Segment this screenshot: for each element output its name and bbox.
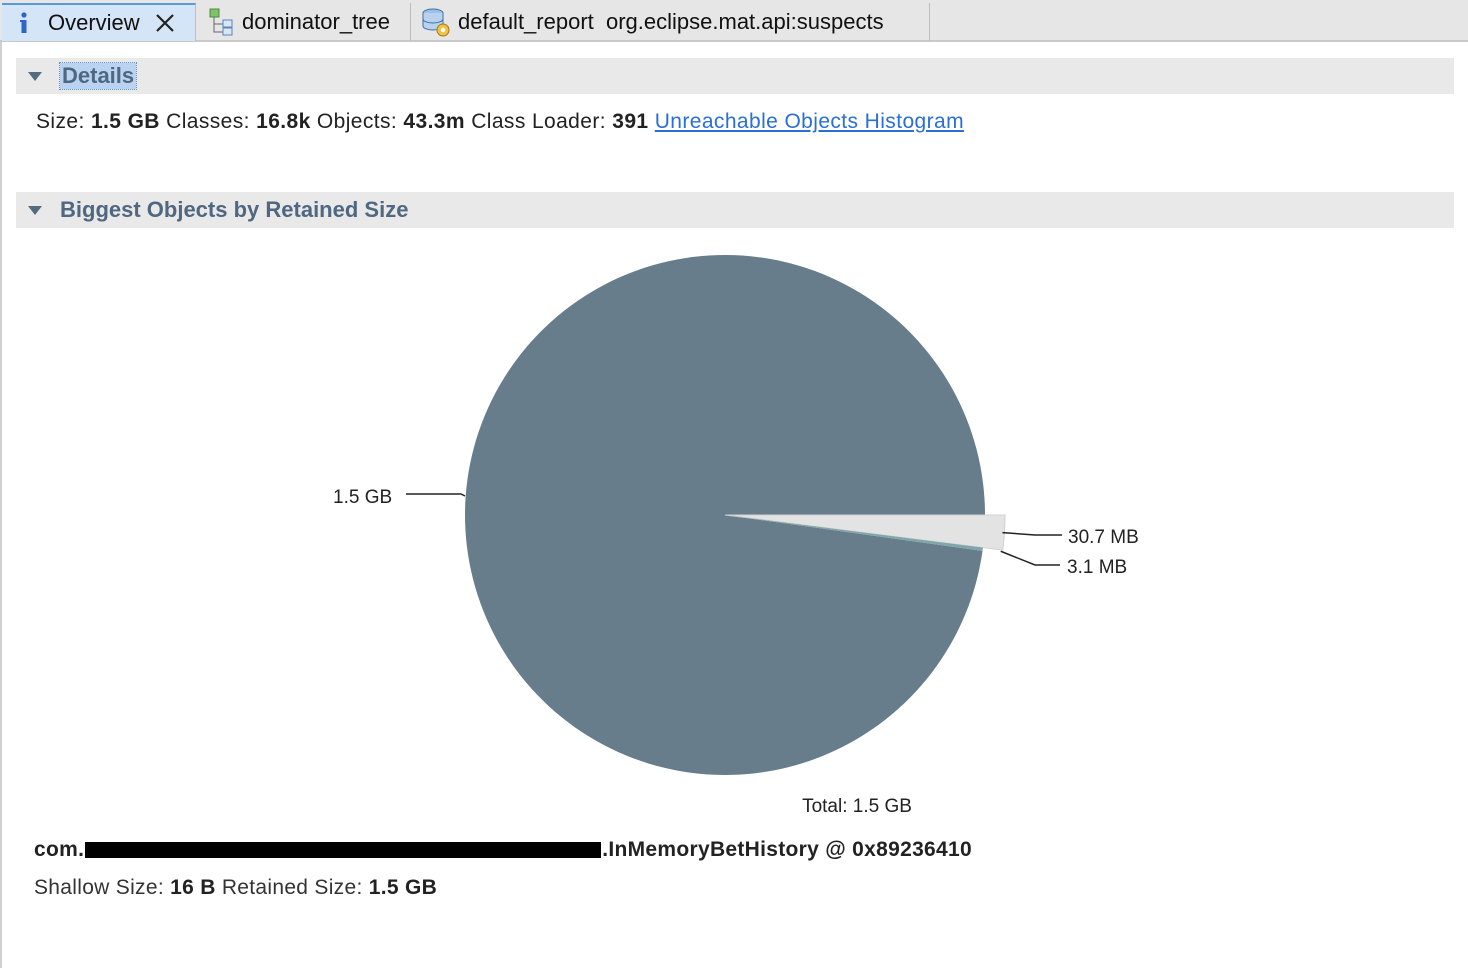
tab-label: default_report org.eclipse.mat.api:suspe…	[458, 9, 884, 34]
classes-label: Classes:	[166, 110, 250, 133]
redaction-bar	[85, 842, 602, 858]
retained-size-value: 1.5 GB	[368, 876, 438, 899]
details-section-header[interactable]: Details	[16, 58, 1454, 94]
slice-label: 3.1 MB	[1067, 557, 1127, 578]
shallow-size-value: 16 B	[170, 876, 216, 899]
biggest-objects-title: Biggest Objects by Retained Size	[60, 197, 409, 222]
details-summary: Size: 1.5 GB Classes: 16.8k Objects: 43.…	[36, 110, 964, 134]
unreachable-histogram-link[interactable]: Unreachable Objects Histogram	[655, 110, 964, 133]
tab-dominator-tree[interactable]: dominator_tree	[198, 3, 411, 41]
info-icon	[18, 11, 30, 35]
classloader-value: 391	[612, 110, 649, 133]
slice-label: 30.7 MB	[1068, 527, 1139, 548]
details-title[interactable]: Details	[58, 62, 138, 90]
report-icon	[420, 6, 452, 38]
collapse-triangle-icon[interactable]	[28, 205, 42, 215]
classes-value: 16.8k	[256, 110, 311, 133]
tab-label: dominator_tree	[242, 9, 390, 34]
object-sizes: Shallow Size: 16 B Retained Size: 1.5 GB	[34, 876, 437, 900]
shallow-size-label: Shallow Size:	[34, 876, 164, 899]
biggest-objects-section-header[interactable]: Biggest Objects by Retained Size	[16, 192, 1454, 228]
tree-icon	[208, 7, 236, 37]
editor-tab-bar: Overview dominator_tree default_report o…	[0, 0, 1468, 42]
tab-default-report[interactable]: default_report org.eclipse.mat.api:suspe…	[412, 3, 930, 41]
label-leader-line	[406, 493, 466, 497]
retained-size-label: Retained Size:	[221, 876, 363, 899]
classloader-label: Class Loader:	[471, 110, 606, 133]
size-label: Size:	[36, 110, 85, 133]
tab-label: Overview	[48, 10, 140, 35]
chart-total-label: Total: 1.5 GB	[802, 796, 912, 817]
size-value: 1.5 GB	[90, 110, 160, 133]
object-name-suffix: .InMemoryBetHistory @ 0x89236410	[602, 838, 972, 861]
slice-label: 1.5 GB	[333, 487, 392, 508]
retained-size-pie-chart[interactable]: 1.5 GB 30.7 MB 3.1 MB Total: 1.5 GB	[0, 230, 1468, 830]
label-leader-line	[1000, 550, 1060, 566]
objects-label: Objects:	[316, 110, 398, 133]
tab-overview[interactable]: Overview	[2, 3, 196, 41]
objects-value: 43.3m	[403, 110, 465, 133]
close-icon[interactable]	[154, 12, 176, 34]
collapse-triangle-icon[interactable]	[28, 71, 42, 81]
object-name-prefix: com.	[34, 838, 85, 861]
object-name[interactable]: com. .InMemoryBetHistory @ 0x89236410	[34, 838, 972, 862]
label-leader-line	[1002, 531, 1062, 536]
